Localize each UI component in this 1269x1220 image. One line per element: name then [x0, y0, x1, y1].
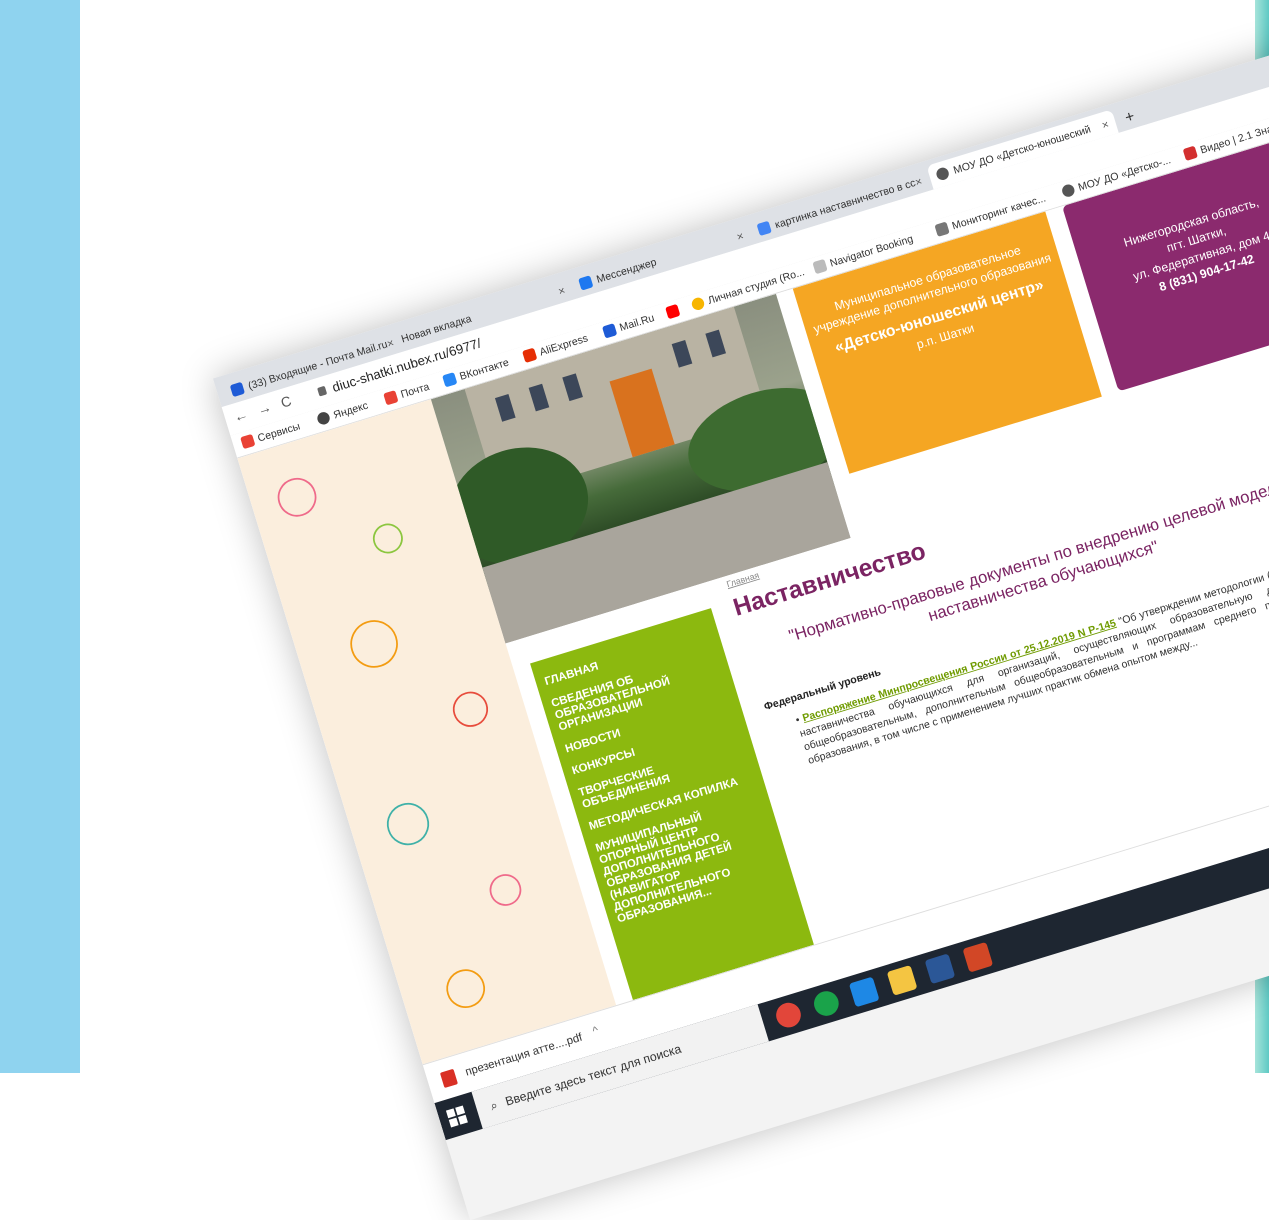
sun-icon — [441, 964, 490, 1013]
video-icon — [1182, 145, 1199, 162]
globe-icon — [934, 166, 951, 182]
mailru-icon — [601, 323, 618, 339]
yandex-icon — [315, 410, 332, 427]
close-icon[interactable]: × — [735, 229, 745, 244]
flower-icon — [485, 870, 526, 910]
gosuslugi-icon[interactable] — [848, 976, 880, 1008]
windows-start-icon[interactable] — [445, 1105, 468, 1128]
chevron-up-icon[interactable]: ^ — [591, 1023, 600, 1037]
mail-agent-icon[interactable] — [810, 988, 842, 1019]
messenger-icon — [578, 275, 594, 291]
bookmark-youtube[interactable] — [665, 303, 685, 320]
vk-icon — [442, 372, 458, 388]
balloon-icon — [381, 797, 435, 851]
heart-icon — [448, 687, 493, 732]
slide-left-stripe — [0, 0, 80, 1073]
folder-icon[interactable] — [886, 964, 918, 996]
word-icon[interactable] — [924, 953, 956, 985]
lock-icon — [317, 385, 328, 397]
mail-icon — [229, 381, 246, 398]
studio-icon — [690, 296, 706, 312]
aliexpress-icon — [522, 347, 538, 363]
flower-icon — [272, 473, 322, 522]
close-icon[interactable]: × — [1100, 117, 1110, 132]
pdf-icon — [439, 1068, 459, 1089]
bookmark-label: Mail.Ru — [617, 311, 656, 334]
apps-icon — [240, 433, 256, 450]
globe-icon — [1060, 182, 1076, 199]
chrome-icon[interactable] — [773, 999, 804, 1031]
google-icon — [756, 220, 772, 237]
sun-icon — [344, 614, 404, 674]
yandex-mail-icon — [383, 390, 399, 406]
presentation-icon — [934, 221, 950, 237]
youtube-icon — [665, 303, 681, 320]
search-icon: ⌕ — [488, 1097, 500, 1113]
navigator-icon — [812, 258, 828, 275]
bookmark-label: Яндекс — [331, 398, 370, 422]
close-icon[interactable]: × — [556, 283, 566, 298]
bookmark-label: Почта — [399, 380, 431, 401]
leaf-icon — [369, 519, 407, 558]
powerpoint-icon[interactable] — [962, 941, 994, 973]
